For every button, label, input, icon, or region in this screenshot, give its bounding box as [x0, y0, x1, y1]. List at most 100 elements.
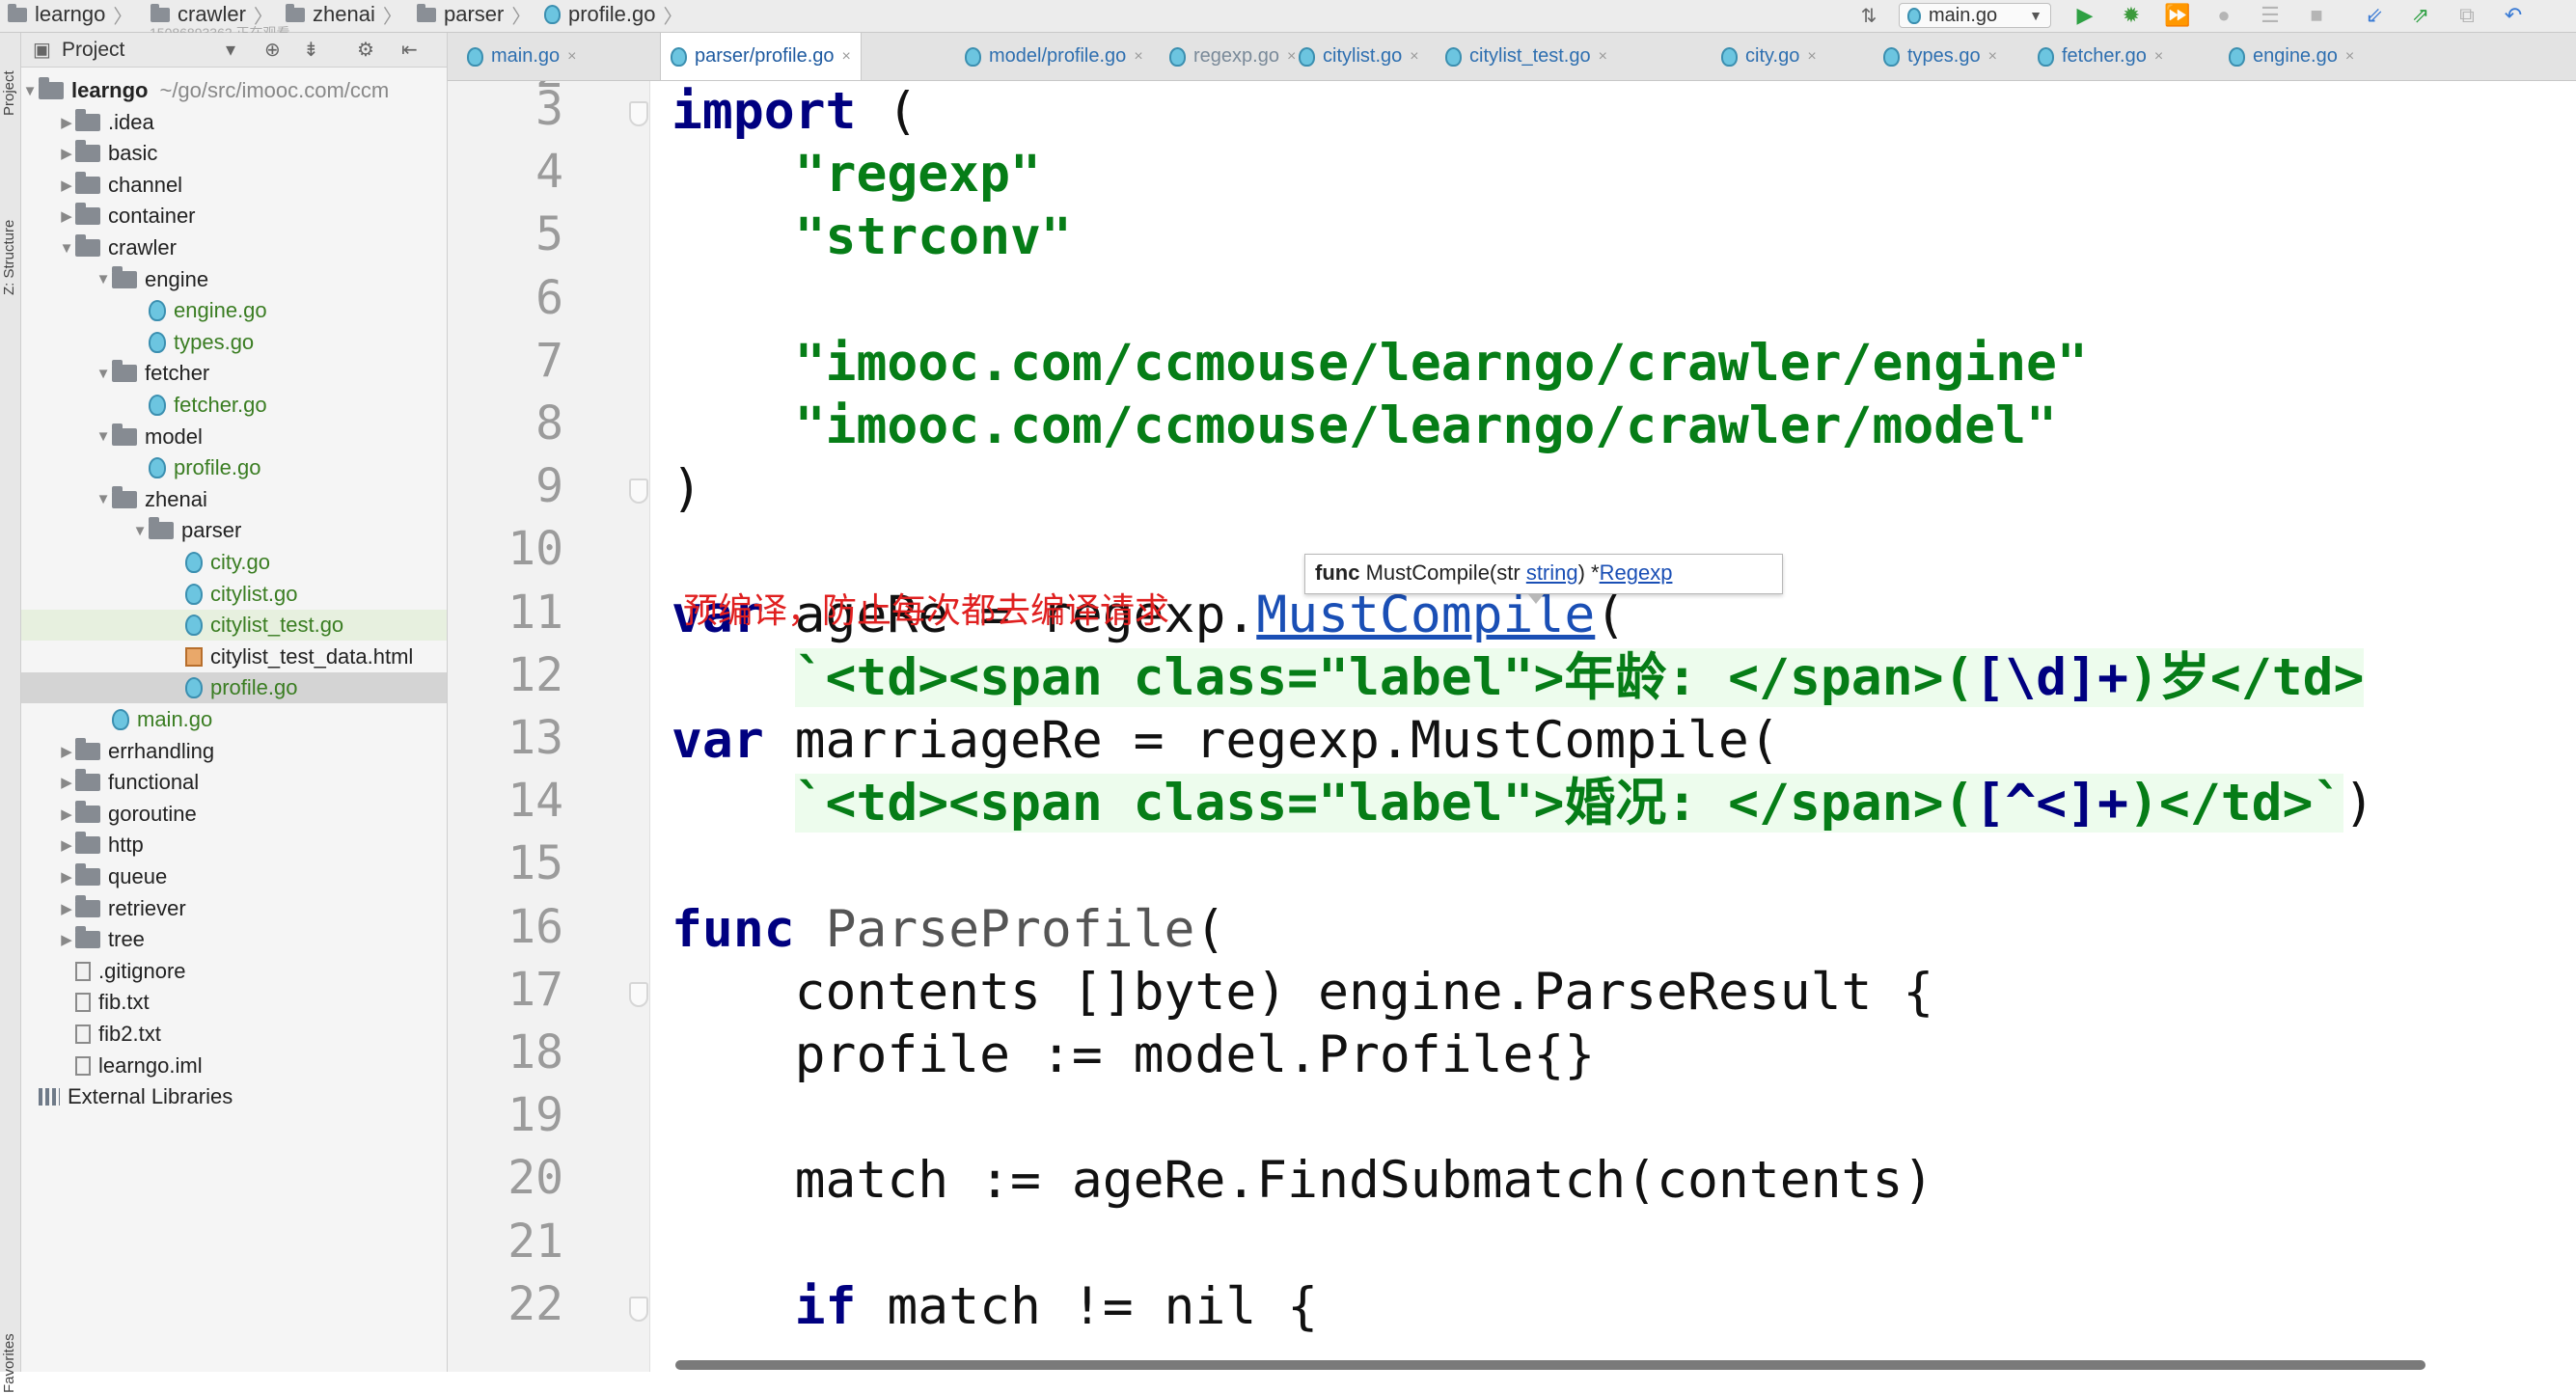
expand-right-icon[interactable]: ▶	[58, 177, 75, 194]
horizontal-scrollbar[interactable]	[675, 1360, 2425, 1370]
expand-down-icon[interactable]: ▼	[131, 523, 149, 539]
close-icon[interactable]: ×	[1988, 48, 1997, 66]
expand-right-icon[interactable]: ▶	[58, 774, 75, 791]
tree-item[interactable]: ▶ tree	[21, 924, 447, 955]
tree-item[interactable]: External Libraries	[21, 1081, 447, 1112]
expand-down-icon[interactable]: ▼	[95, 428, 112, 445]
expand-right-icon[interactable]: ▶	[58, 900, 75, 917]
close-icon[interactable]: ×	[2345, 48, 2354, 66]
fold-marker-icon[interactable]	[629, 478, 648, 505]
tree-item[interactable]: city.go	[21, 547, 447, 578]
breadcrumb-item-learngo[interactable]: learngo 〉	[8, 0, 132, 29]
expand-down-icon[interactable]: ▼	[58, 240, 75, 257]
breadcrumb-item-zhenai[interactable]: zhenai 〉	[286, 0, 402, 29]
tree-item[interactable]: ▶ http	[21, 830, 447, 860]
structure-tool-tab[interactable]: Z: Structure	[1, 220, 17, 295]
project-tool-tab[interactable]: Project	[1, 70, 17, 116]
chevron-down-icon[interactable]: ▾	[226, 38, 235, 62]
tree-item[interactable]: ▶ retriever	[21, 893, 447, 924]
build-icon[interactable]: ☰	[2256, 2, 2285, 29]
tree-item[interactable]: citylist_test_data.html	[21, 642, 447, 672]
tree-item[interactable]: fib.txt	[21, 987, 447, 1018]
editor-tab[interactable]: city.go ×	[1721, 33, 1817, 80]
expand-right-icon[interactable]: ▶	[58, 145, 75, 162]
run-icon[interactable]: ▶	[2070, 2, 2099, 29]
tree-item[interactable]: ▼ model	[21, 422, 447, 452]
tree-item[interactable]: ▶ basic	[21, 138, 447, 169]
tree-item[interactable]: citylist.go	[21, 579, 447, 610]
expand-right-icon[interactable]: ▶	[58, 836, 75, 854]
debug-icon[interactable]: ✹	[2117, 2, 2146, 29]
editor-tab[interactable]: engine.go ×	[2229, 33, 2354, 80]
expand-down-icon[interactable]: ▼	[95, 366, 112, 382]
tree-item[interactable]: ▶ .idea	[21, 107, 447, 138]
tree-item[interactable]: ▼ zhenai	[21, 484, 447, 515]
tree-item[interactable]: .gitignore	[21, 956, 447, 987]
sync-icon[interactable]: ⊕	[264, 38, 281, 62]
tree-item[interactable]: profile.go	[21, 452, 447, 483]
tree-item[interactable]: learngo.iml	[21, 1051, 447, 1081]
fold-marker-icon[interactable]	[629, 1296, 648, 1322]
tree-item[interactable]: ▶ channel	[21, 170, 447, 201]
tree-item[interactable]: ▼ engine	[21, 264, 447, 295]
close-icon[interactable]: ×	[2154, 48, 2163, 66]
gear-icon[interactable]: ⚙	[357, 38, 374, 62]
expand-down-icon[interactable]: ▼	[21, 83, 39, 99]
sort-icon[interactable]: ⇅	[1854, 2, 1883, 29]
breadcrumb-item-file[interactable]: profile.go 〉	[544, 0, 683, 29]
editor-tab[interactable]: citylist.go ×	[1299, 33, 1419, 80]
fold-marker-icon[interactable]	[629, 101, 648, 126]
tree-item[interactable]: main.go	[21, 704, 447, 735]
tree-item[interactable]: ▼ fetcher	[21, 358, 447, 389]
editor-tab[interactable]: fetcher.go ×	[2038, 33, 2163, 80]
revert-icon[interactable]: ↶	[2499, 2, 2528, 29]
expand-right-icon[interactable]: ▶	[58, 114, 75, 131]
tree-item[interactable]: ▶ functional	[21, 767, 447, 798]
tree-item[interactable]: ▶ container	[21, 201, 447, 232]
coverage-icon[interactable]: ⏩	[2163, 2, 2192, 29]
editor-tab[interactable]: types.go ×	[1883, 33, 1997, 80]
fold-marker-icon[interactable]	[629, 981, 648, 1007]
history-icon[interactable]: ⧉	[2453, 2, 2481, 29]
tree-item[interactable]: ▶ errhandling	[21, 736, 447, 767]
breadcrumb-item-parser[interactable]: parser 〉	[417, 0, 531, 29]
close-icon[interactable]: ×	[1410, 48, 1418, 66]
editor-tab[interactable]: parser/profile.go ×	[660, 33, 862, 80]
tree-item[interactable]: engine.go	[21, 295, 447, 326]
editor-tab[interactable]: citylist_test.go ×	[1445, 33, 1607, 80]
expand-right-icon[interactable]: ▶	[58, 743, 75, 760]
favorites-tool-tab[interactable]: Favorites	[1, 1333, 17, 1393]
expand-down-icon[interactable]: ▼	[95, 491, 112, 507]
tooltip-return-type-link[interactable]: Regexp	[1600, 560, 1673, 585]
tree-item[interactable]: fib2.txt	[21, 1019, 447, 1050]
close-icon[interactable]: ×	[1134, 48, 1142, 66]
tooltip-param-type-link[interactable]: string	[1526, 560, 1578, 585]
close-icon[interactable]: ×	[567, 48, 576, 66]
project-view-select[interactable]: Project	[62, 39, 124, 62]
collapse-all-icon[interactable]: ⇟	[303, 38, 319, 62]
close-icon[interactable]: ×	[1599, 48, 1607, 66]
editor-tab[interactable]: main.go ×	[467, 33, 577, 80]
tree-item[interactable]: ▼ crawler	[21, 232, 447, 263]
tree-item[interactable]: ▶ queue	[21, 861, 447, 892]
tree-item[interactable]: ▼ learngo ~/go/src/imooc.com/ccm	[21, 75, 447, 106]
run-configuration-select[interactable]: main.go ▼	[1899, 3, 2051, 28]
tree-item[interactable]: profile.go	[21, 672, 447, 704]
close-icon[interactable]: ×	[1807, 48, 1816, 66]
tree-item[interactable]: ▶ goroutine	[21, 799, 447, 830]
hide-panel-icon[interactable]: ⇤	[401, 38, 418, 62]
editor-tab[interactable]: regexp.go ×	[1169, 33, 1296, 80]
tree-item[interactable]: ▼ parser	[21, 515, 447, 546]
tree-item[interactable]: fetcher.go	[21, 390, 447, 421]
expand-right-icon[interactable]: ▶	[58, 207, 75, 225]
close-icon[interactable]: ×	[842, 48, 851, 66]
expand-right-icon[interactable]: ▶	[58, 806, 75, 823]
code-editor[interactable]: import ( "regexp" "strconv" "imooc.com/c…	[650, 81, 2576, 1372]
vcs-commit-icon[interactable]: ⇗	[2406, 2, 2435, 29]
vcs-update-icon[interactable]: ⇙	[2360, 2, 2389, 29]
expand-right-icon[interactable]: ▶	[58, 868, 75, 886]
editor-tab[interactable]: model/profile.go ×	[965, 33, 1143, 80]
profile-icon[interactable]: ●	[2209, 2, 2238, 29]
tree-item[interactable]: citylist_test.go	[21, 610, 447, 642]
expand-right-icon[interactable]: ▶	[58, 931, 75, 948]
